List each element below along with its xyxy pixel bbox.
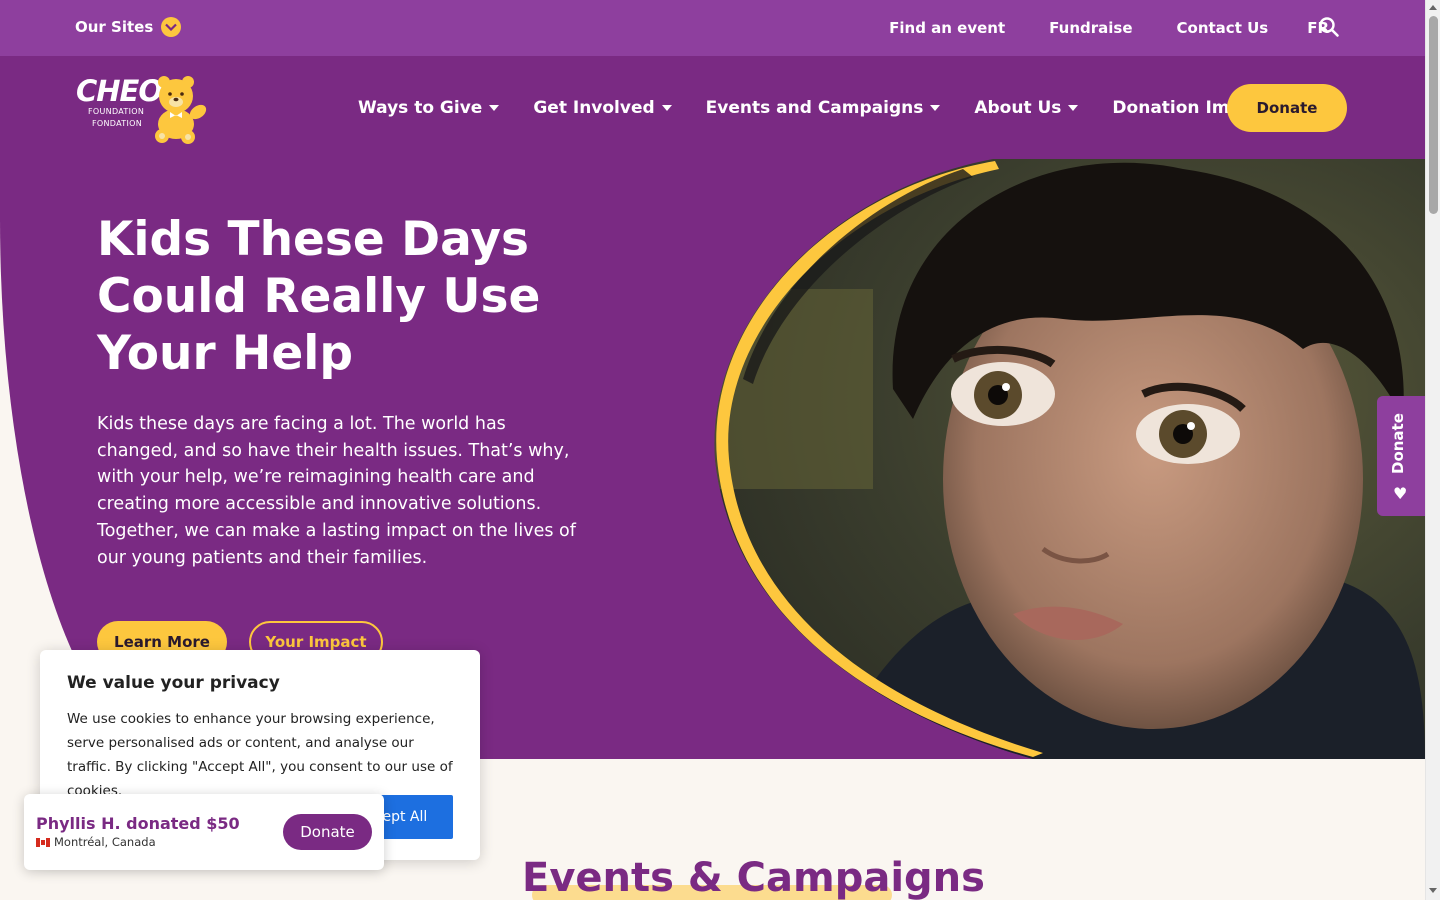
cookie-title: We value your privacy <box>67 673 280 693</box>
caret-down-icon <box>489 104 500 111</box>
nav-ways-to-give[interactable]: Ways to Give <box>358 97 500 118</box>
logo-fondation: FONDATION <box>92 119 142 128</box>
scrollbar-thumb[interactable] <box>1429 16 1438 214</box>
section-title-text: Events & Campaigns <box>522 855 985 900</box>
find-an-event-link[interactable]: Find an event <box>889 19 1005 37</box>
utility-links: Find an event Fundraise Contact Us FR <box>889 0 1329 56</box>
side-donate-tab[interactable]: Donate ♥ <box>1377 396 1425 516</box>
nav-events-and-campaigns[interactable]: Events and Campaigns <box>706 98 941 118</box>
scroll-up-icon[interactable] <box>1429 5 1437 10</box>
donation-location-text: Montréal, Canada <box>54 835 156 849</box>
donation-message: Phyllis H. donated $50 <box>36 814 240 833</box>
fundraise-link[interactable]: Fundraise <box>1049 19 1132 37</box>
scroll-down-icon[interactable] <box>1429 888 1437 893</box>
toast-donate-button[interactable]: Donate <box>283 814 372 850</box>
header-donate-button[interactable]: Donate <box>1227 84 1347 132</box>
nav-label: Get Involved <box>533 97 655 118</box>
caret-down-icon <box>661 104 672 111</box>
teddy-bear-icon <box>155 76 207 144</box>
chevron-down-icon <box>161 17 182 37</box>
hero-body: Kids these days are facing a lot. The wo… <box>97 414 576 568</box>
logo-foundation: FOUNDATION <box>88 107 145 116</box>
nav-label: About Us <box>974 97 1062 118</box>
our-sites-menu[interactable]: Our Sites <box>75 17 182 37</box>
canada-flag-icon <box>36 837 50 847</box>
primary-nav: Ways to Give Get Involved Events and Cam… <box>358 56 1289 159</box>
cheo-foundation-logo[interactable]: CHEO FOUNDATION FONDATION <box>76 72 214 144</box>
contact-us-link[interactable]: Contact Us <box>1177 19 1269 37</box>
nav-label: Ways to Give <box>358 97 483 118</box>
heart-icon: ♥ <box>1393 484 1408 503</box>
caret-down-icon <box>930 104 941 111</box>
page-scrollbar[interactable] <box>1425 0 1440 900</box>
cookie-body: We use cookies to enhance your browsing … <box>67 711 453 799</box>
hero-child-photo <box>714 159 1425 759</box>
caret-down-icon <box>1068 104 1079 111</box>
side-donate-label: Donate <box>1389 413 1407 474</box>
donation-location: Montréal, Canada <box>36 835 156 849</box>
nav-label: Events and Campaigns <box>705 97 924 118</box>
main-header: CHEO FOUNDATION FONDATION Ways to Give G… <box>0 56 1425 159</box>
events-campaigns-heading: Events & Campaigns <box>522 855 985 900</box>
our-sites-label: Our Sites <box>75 18 154 36</box>
donation-notification: Phyllis H. donated $50 Montréal, Canada … <box>24 794 384 870</box>
utility-bar: Our Sites Find an event Fundraise Contac… <box>0 0 1425 56</box>
nav-about-us[interactable]: About Us <box>974 97 1079 118</box>
nav-get-involved[interactable]: Get Involved <box>533 97 672 118</box>
hero-title: Kids These Days Could Really Use Your He… <box>97 212 541 381</box>
search-icon[interactable] <box>1318 16 1340 38</box>
